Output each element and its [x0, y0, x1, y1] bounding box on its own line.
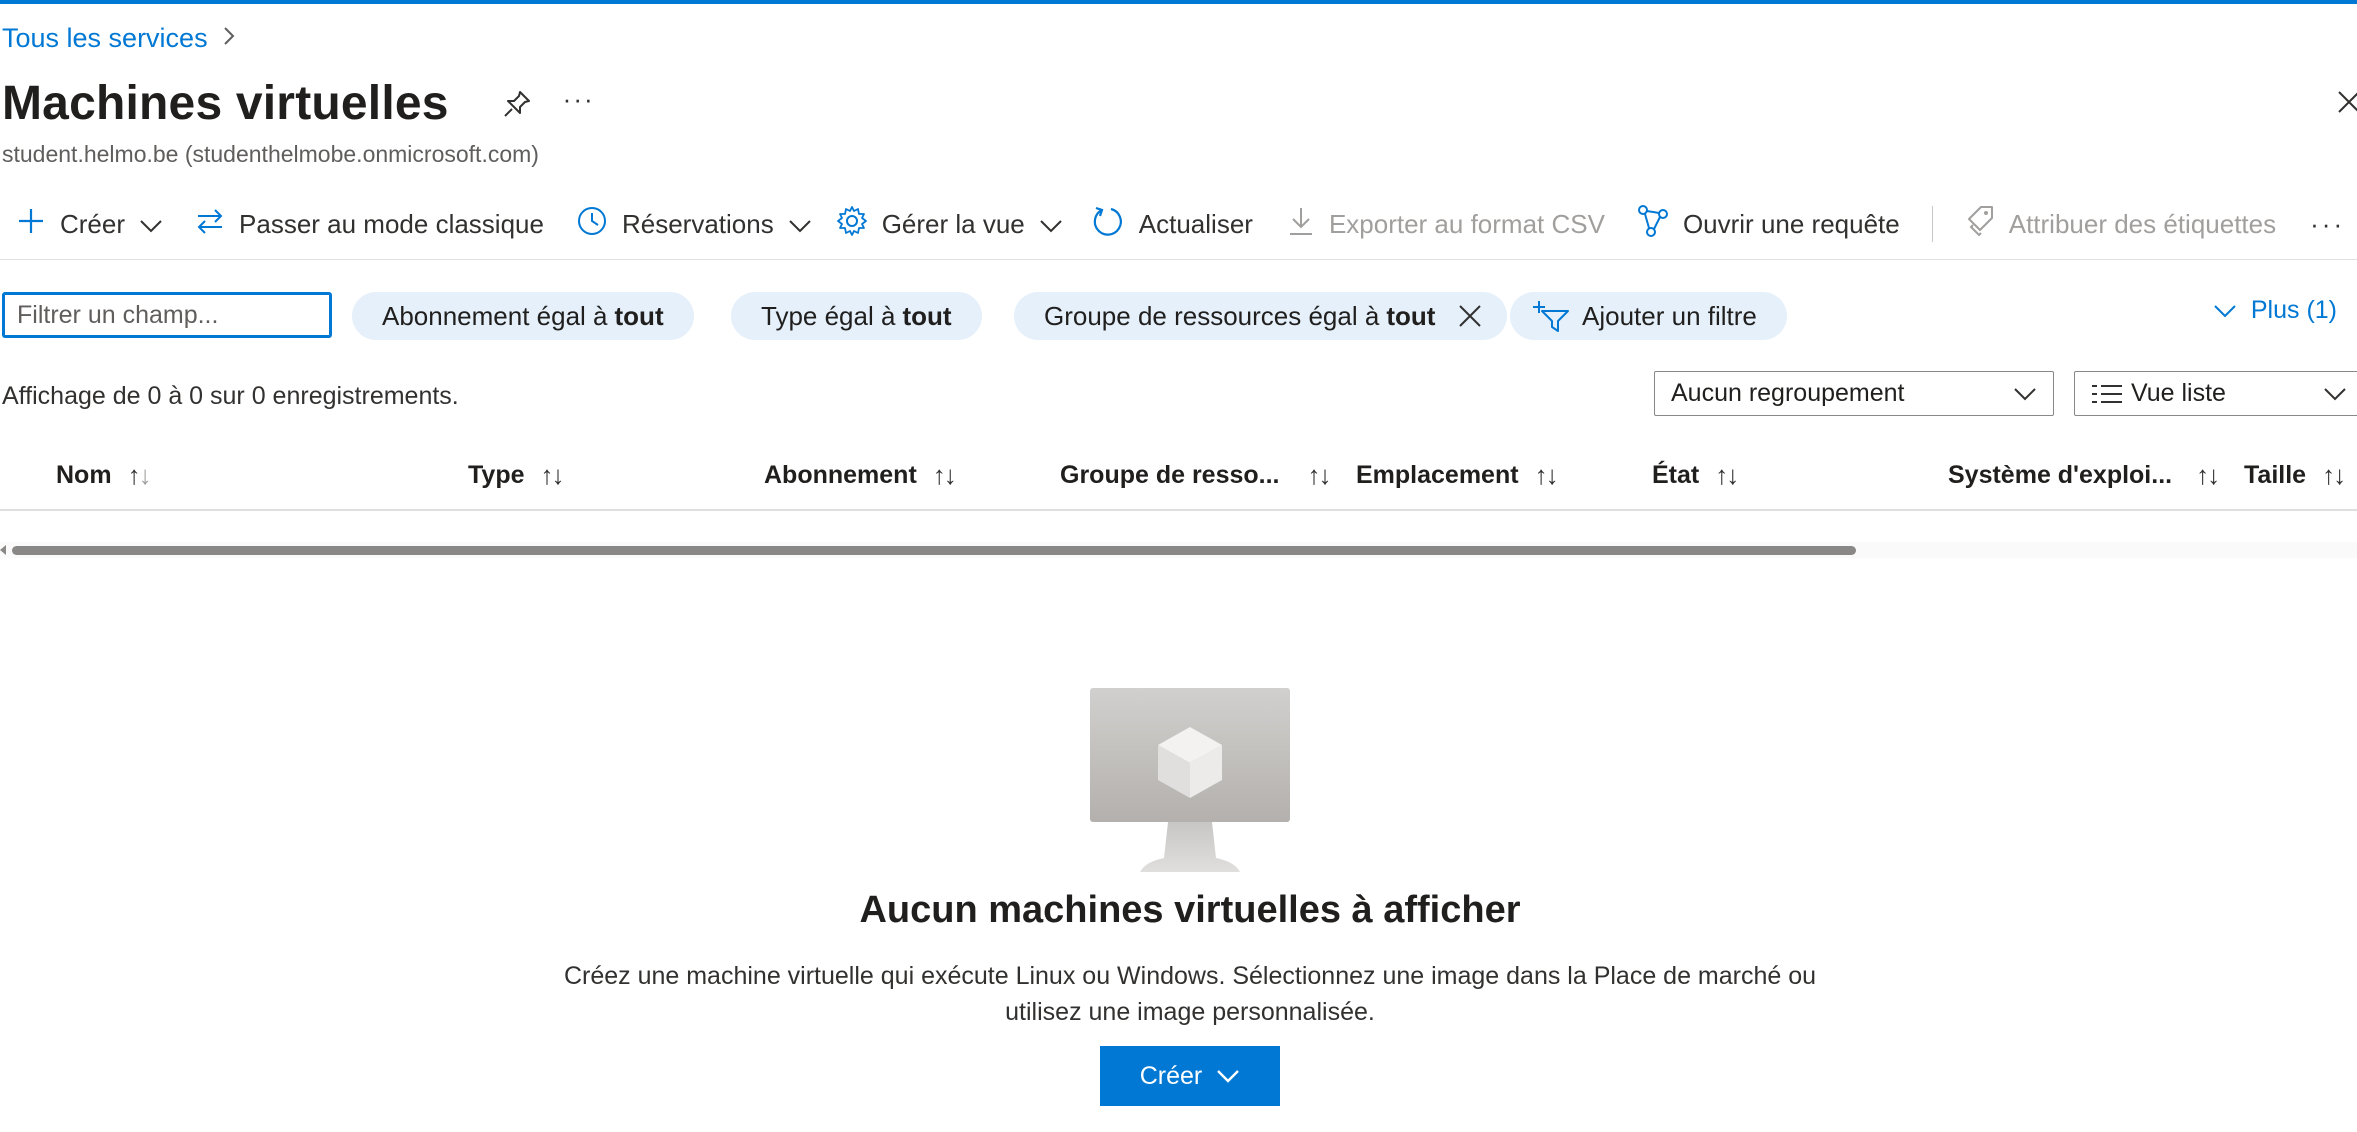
page-title: Machines virtuelles [2, 77, 449, 130]
column-header-name[interactable]: Nom ↑↓ [56, 460, 152, 491]
toolbar-more-icon[interactable]: ··· [2310, 196, 2345, 252]
pin-icon[interactable] [499, 86, 535, 122]
chevron-down-icon [2323, 387, 2347, 401]
filter-pill-resource-group[interactable]: Groupe de ressources égal à tout [1014, 292, 1508, 340]
gear-icon [836, 205, 868, 244]
chevron-down-icon [1216, 1069, 1240, 1083]
chevron-down-icon [788, 209, 812, 240]
reservations-button[interactable]: Réservations [576, 196, 812, 252]
column-header-os[interactable]: Système d'exploi... ↑↓ [1948, 460, 2220, 491]
breadcrumb: Tous les services [2, 22, 236, 54]
manage-view-button[interactable]: Gérer la vue [836, 196, 1063, 252]
more-options-icon[interactable]: ··· [563, 84, 595, 115]
export-csv-button[interactable]: Exporter au format CSV [1287, 196, 1605, 252]
refresh-button[interactable]: Actualiser [1091, 196, 1253, 252]
title-row: Machines virtuelles ··· [2, 76, 595, 131]
top-accent-bar [0, 0, 2357, 4]
tag-icon [1965, 205, 1995, 244]
filter-field-input[interactable] [2, 292, 332, 338]
records-count: Affichage de 0 à 0 sur 0 enregistrements… [2, 382, 459, 410]
virtual-machine-monitor-icon [1090, 688, 1290, 874]
sort-icon[interactable]: ↑↓ [128, 460, 152, 491]
sort-icon[interactable]: ↑↓ [1535, 460, 1559, 491]
empty-state-title: Aucun machines virtuelles à afficher [859, 889, 1521, 931]
column-header-state[interactable]: État ↑↓ [1652, 460, 1739, 491]
add-filter-button[interactable]: Ajouter un filtre [1510, 292, 1787, 340]
create-button[interactable]: Créer [16, 196, 163, 252]
chevron-right-icon [222, 22, 236, 54]
download-icon [1287, 205, 1315, 244]
clock-icon [576, 205, 608, 244]
sort-icon[interactable]: ↑↓ [1715, 460, 1739, 491]
column-header-resource-group[interactable]: Groupe de resso... ↑↓ [1060, 460, 1332, 491]
filter-pill-type[interactable]: Type égal à tout [731, 292, 982, 340]
add-filter-icon [1532, 299, 1570, 333]
empty-state-description: Créez une machine virtuelle qui exécute … [563, 962, 1817, 1026]
sort-icon[interactable]: ↑↓ [2196, 460, 2220, 491]
remove-filter-icon[interactable] [1457, 303, 1483, 329]
more-filters-link[interactable]: Plus (1) [2213, 296, 2337, 325]
scroll-left-arrow-icon[interactable] [0, 545, 6, 555]
filter-pill-subscription[interactable]: Abonnement égal à tout [352, 292, 694, 340]
column-header-type[interactable]: Type ↑↓ [468, 460, 565, 491]
open-query-button[interactable]: Ouvrir une requête [1637, 196, 1900, 252]
column-header-location[interactable]: Emplacement ↑↓ [1356, 460, 1559, 491]
sort-icon[interactable]: ↑↓ [1308, 460, 1332, 491]
chevron-down-icon [2013, 387, 2037, 401]
table-header: Nom ↑↓ Type ↑↓ Abonnement ↑↓ Groupe de r… [0, 446, 2357, 510]
plus-icon [16, 206, 46, 243]
chevron-down-icon [2213, 304, 2237, 318]
view-mode-select[interactable]: Vue liste [2074, 371, 2357, 416]
empty-state-create-button[interactable]: Créer [1100, 1046, 1280, 1106]
directory-subtitle: student.helmo.be (studenthelmobe.onmicro… [2, 141, 539, 167]
chevron-down-icon [1039, 209, 1063, 240]
switch-classic-button[interactable]: Passer au mode classique [195, 196, 544, 252]
assign-tags-button[interactable]: Attribuer des étiquettes [1965, 196, 2276, 252]
sort-icon[interactable]: ↑↓ [2322, 460, 2346, 491]
sort-icon[interactable]: ↑↓ [541, 460, 565, 491]
sort-icon[interactable]: ↑↓ [933, 460, 957, 491]
grouping-select[interactable]: Aucun regroupement [1654, 371, 2054, 416]
toolbar-divider [1931, 206, 1933, 242]
switch-arrows-icon [195, 206, 225, 243]
command-bar-divider [0, 259, 2357, 260]
table-header-divider [0, 509, 2357, 511]
close-icon[interactable] [2335, 88, 2357, 116]
refresh-icon [1091, 204, 1125, 245]
query-graph-icon [1637, 204, 1669, 245]
breadcrumb-link-all-services[interactable]: Tous les services [2, 23, 208, 54]
scrollbar-thumb[interactable] [12, 546, 1856, 555]
column-header-subscription[interactable]: Abonnement ↑↓ [764, 460, 957, 491]
column-header-size[interactable]: Taille ↑↓ [2244, 460, 2346, 491]
command-bar: Créer Passer au mode classique Réservati… [0, 196, 2357, 252]
chevron-down-icon [139, 209, 163, 240]
list-view-icon [2091, 383, 2123, 405]
